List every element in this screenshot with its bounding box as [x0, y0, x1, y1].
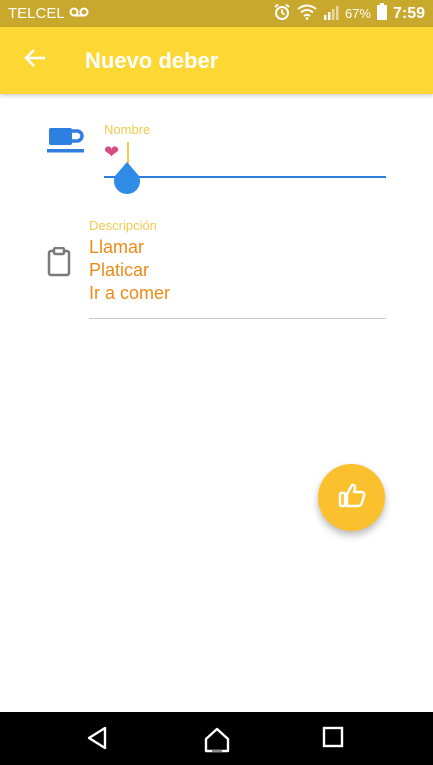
text-cursor: [127, 142, 129, 164]
status-bar: TELCEL 67% 7:59: [0, 0, 433, 27]
save-fab-button[interactable]: [318, 464, 385, 531]
app-bar: Nuevo deber: [0, 27, 433, 94]
status-left: TELCEL: [8, 5, 89, 22]
battery-icon: [376, 3, 387, 24]
description-input[interactable]: Llamar Platicar Ir a comer: [89, 236, 170, 305]
signal-icon: [323, 4, 339, 24]
name-field-underline: [104, 176, 386, 178]
battery-percent: 67%: [344, 6, 371, 21]
thumbs-up-icon: [338, 481, 366, 514]
description-field-underline: [89, 318, 386, 319]
alarm-icon: [273, 3, 291, 25]
voicemail-icon: [69, 5, 89, 22]
arrow-back-icon: [24, 48, 46, 73]
description-line: Ir a comer: [89, 283, 171, 303]
carrier-name: TELCEL: [8, 5, 65, 22]
description-field-label: Descripción: [89, 218, 157, 233]
nav-home-icon[interactable]: [203, 726, 231, 759]
coffee-cup-icon: [46, 126, 86, 161]
description-line: Platicar: [89, 260, 150, 280]
name-field-label: Nombre: [104, 122, 151, 137]
wifi-icon: [297, 4, 317, 24]
description-line: Llamar: [89, 237, 145, 257]
status-right: 67% 7:59: [273, 3, 425, 25]
navigation-bar: [0, 712, 433, 765]
page-title: Nuevo deber: [85, 47, 219, 73]
clock-time: 7:59: [392, 4, 425, 22]
selection-handle[interactable]: [113, 162, 141, 199]
back-button[interactable]: [20, 46, 50, 76]
nav-recents-icon[interactable]: [322, 726, 344, 753]
name-input[interactable]: ❤: [104, 142, 119, 163]
nav-back-icon[interactable]: [86, 726, 108, 755]
clipboard-icon: [47, 246, 71, 282]
